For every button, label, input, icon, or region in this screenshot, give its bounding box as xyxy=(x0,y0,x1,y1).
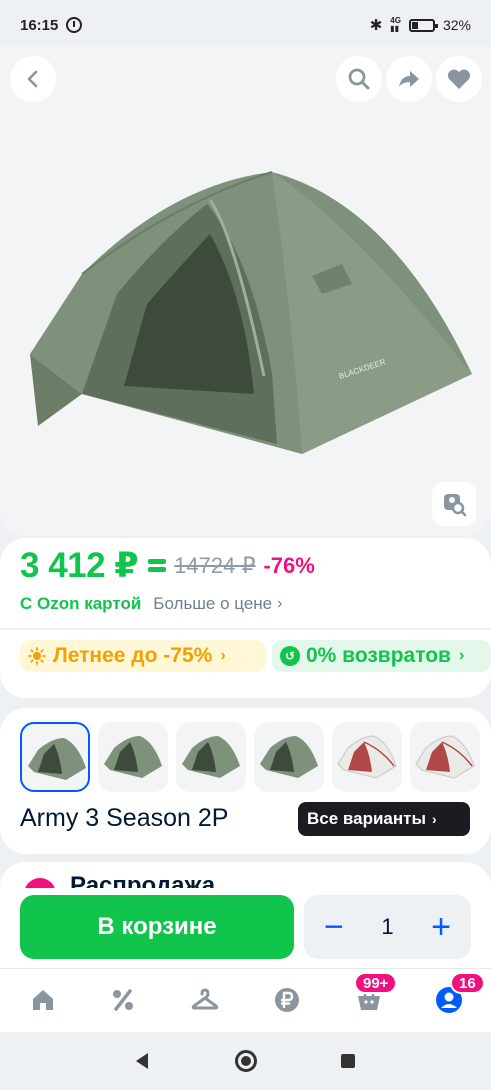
signal-icon: 4G ▮▮ xyxy=(390,16,401,33)
ruble-icon xyxy=(275,988,299,1012)
decrease-quantity-button[interactable]: − xyxy=(324,910,344,944)
system-back-button[interactable] xyxy=(136,1053,148,1069)
share-icon xyxy=(399,71,419,87)
chevron-right-icon: › xyxy=(432,811,437,827)
back-icon xyxy=(27,70,38,88)
ozon-card-icon xyxy=(148,559,167,573)
favorite-button[interactable] xyxy=(436,56,482,102)
chevron-right-icon: › xyxy=(277,595,283,612)
variant-thumbnails: BLACKDEER BLACKDEER xyxy=(20,722,480,792)
tent-thumbnail-image xyxy=(182,736,240,778)
tent-thumbnail-image xyxy=(260,736,318,778)
variant-thumb[interactable] xyxy=(254,722,324,792)
price-row[interactable]: 3 412 ₽ 14724 ₽ -76% xyxy=(20,546,315,586)
hanger-icon xyxy=(191,988,219,1010)
in-cart-button[interactable]: В корзине xyxy=(20,895,294,959)
tent-thumbnail-image: BLACKDEER xyxy=(415,735,475,779)
sun-icon xyxy=(28,647,46,665)
tent-thumbnail-image xyxy=(104,736,162,778)
bottom-tab-bar xyxy=(0,968,491,1032)
status-time: 16:15 xyxy=(20,16,59,34)
ozon-card-label: С Ozon картой xyxy=(20,594,142,613)
search-button[interactable] xyxy=(336,56,382,102)
system-home-button[interactable] xyxy=(235,1050,257,1072)
return-icon: ↺ xyxy=(280,646,300,666)
selected-variant-name: Army 3 Season 2P xyxy=(20,804,229,832)
system-recents-button[interactable] xyxy=(341,1054,355,1068)
heart-icon xyxy=(447,69,471,89)
tab-finance[interactable] xyxy=(272,985,302,1015)
variants-card: BLACKDEER BLACKDEER Army 3 Season 2P Все … xyxy=(0,708,491,854)
home-icon xyxy=(33,990,53,1010)
quantity-stepper: − 1 + xyxy=(304,895,471,959)
search-icon xyxy=(348,68,370,90)
cart-bar: В корзине − 1 + xyxy=(0,888,491,968)
variant-thumb[interactable] xyxy=(176,722,246,792)
visual-search-icon xyxy=(444,494,467,517)
variant-thumb[interactable] xyxy=(98,722,168,792)
increase-quantity-button[interactable]: + xyxy=(431,910,451,944)
tent-thumbnail-image xyxy=(28,738,86,780)
divider xyxy=(0,628,491,630)
tab-catalog[interactable] xyxy=(190,985,220,1015)
status-icons: ✱ 4G ▮▮ 32% xyxy=(369,16,471,35)
percent-icon xyxy=(113,989,133,1011)
tent-thumbnail-image: BLACKDEER xyxy=(337,735,397,779)
discount-badge: -76% xyxy=(263,553,315,578)
profile-notification-badge: 16 xyxy=(450,972,485,994)
back-button[interactable] xyxy=(10,56,56,102)
all-variants-button[interactable]: Все варианты › xyxy=(298,802,470,836)
tab-home[interactable] xyxy=(28,985,58,1015)
more-about-price-link[interactable]: Больше о цене xyxy=(153,594,272,614)
ozon-card-row: С Ozon картой Больше о цене › xyxy=(20,594,282,614)
visual-search-button[interactable] xyxy=(432,482,476,526)
quantity-value: 1 xyxy=(381,914,394,939)
all-variants-label: Все варианты xyxy=(307,809,426,828)
promo-summer-chip[interactable]: Летнее до -75% › xyxy=(20,640,266,672)
old-price: 14724 ₽ xyxy=(174,553,256,578)
price-card: 3 412 ₽ 14724 ₽ -76% С Ozon картой Больш… xyxy=(0,538,491,698)
alarm-icon xyxy=(66,17,83,33)
bluetooth-icon: ✱ xyxy=(369,17,383,34)
product-gallery[interactable]: BLACKDEER xyxy=(0,46,491,536)
share-button[interactable] xyxy=(386,56,432,102)
chevron-right-icon: › xyxy=(220,647,226,664)
variant-thumb[interactable]: BLACKDEER xyxy=(332,722,402,792)
variant-thumb[interactable] xyxy=(20,722,90,792)
promo-returns-label: 0% возвратов xyxy=(306,644,451,667)
tab-promotions[interactable] xyxy=(108,985,138,1015)
promo-summer-label: Летнее до -75% xyxy=(53,644,213,667)
battery-percent: 32% xyxy=(442,17,471,33)
variant-thumb[interactable]: BLACKDEER xyxy=(410,722,480,792)
chevron-right-icon: › xyxy=(458,647,465,664)
current-price: 3 412 ₽ xyxy=(20,546,139,585)
product-image: BLACKDEER xyxy=(30,171,472,454)
status-bar: 16:15 ✱ 4G ▮▮ 32% xyxy=(0,0,491,50)
cart-count-badge: 99+ xyxy=(354,972,398,994)
promo-returns-chip[interactable]: ↺ 0% возвратов › xyxy=(272,640,491,672)
battery-icon xyxy=(408,18,438,32)
system-navigation-bar xyxy=(0,1032,491,1090)
